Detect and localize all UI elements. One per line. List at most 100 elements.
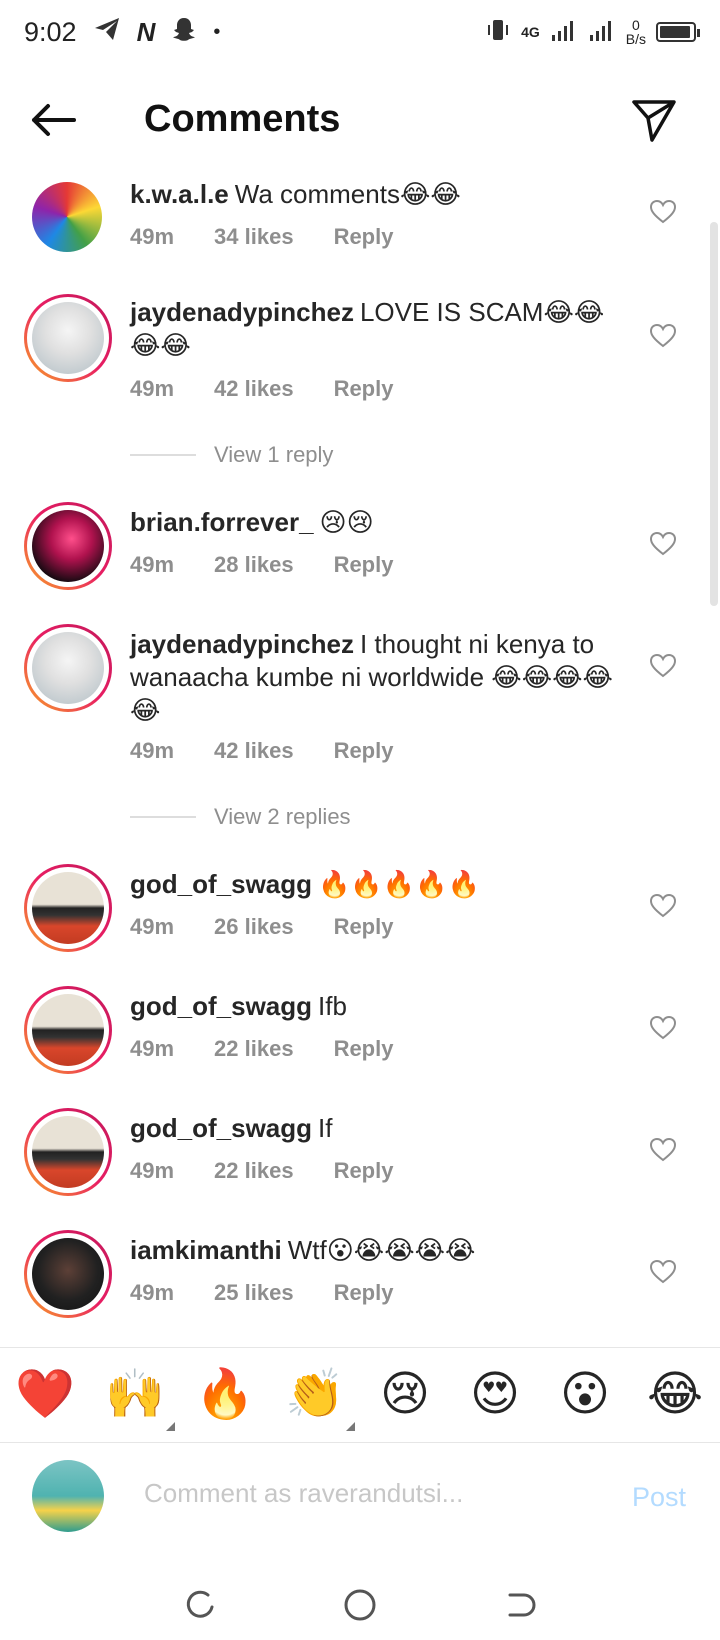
comment-username[interactable]: god_of_swagg bbox=[130, 991, 312, 1021]
comment-username[interactable]: iamkimanthi bbox=[130, 1235, 282, 1265]
like-heart-icon[interactable] bbox=[649, 1015, 678, 1044]
comment-meta: 49m 25 likes Reply bbox=[130, 1280, 393, 1306]
reaction-emoji: 😢 bbox=[379, 1368, 431, 1421]
home-button[interactable] bbox=[340, 1585, 380, 1625]
comment-meta: 49m 34 likes Reply bbox=[130, 224, 393, 250]
reaction-emoji: 😍 bbox=[469, 1368, 521, 1421]
like-heart-icon[interactable] bbox=[649, 893, 678, 922]
reply-button[interactable]: Reply bbox=[334, 224, 394, 250]
avatar[interactable] bbox=[32, 182, 102, 252]
avatar[interactable] bbox=[24, 986, 112, 1074]
comment-likes[interactable]: 42 likes bbox=[214, 376, 294, 402]
avatar[interactable] bbox=[24, 864, 112, 952]
comment-likes[interactable]: 42 likes bbox=[214, 738, 294, 764]
reaction-emoji: 😂 bbox=[646, 1368, 704, 1421]
view-replies-label: View 2 replies bbox=[214, 804, 351, 829]
comment-composer: Comment as raverandutsi... Post bbox=[0, 1444, 720, 1570]
post-button[interactable]: Post bbox=[632, 1482, 686, 1513]
avatar[interactable] bbox=[24, 294, 112, 382]
data-speed-value: 0 bbox=[631, 17, 640, 33]
comment-username[interactable]: god_of_swagg bbox=[130, 869, 312, 899]
reaction-surprised[interactable]: 😮 bbox=[555, 1365, 615, 1425]
signal-icon bbox=[550, 19, 578, 46]
comment-body: 😢😢 bbox=[319, 507, 374, 537]
quick-reactions-bar: ❤️ 🙌 🔥 👏 😢 😍 😮 😂 bbox=[0, 1347, 720, 1443]
comment-time: 49m bbox=[130, 738, 175, 763]
comment-username[interactable]: jaydenadypinchez bbox=[130, 629, 354, 659]
comment-text: god_of_swagg If bbox=[130, 1112, 630, 1145]
comment-likes[interactable]: 25 likes bbox=[214, 1280, 294, 1306]
reaction-clap[interactable]: 👏 bbox=[285, 1365, 355, 1431]
comment-body: Wa comments😂😂 bbox=[234, 179, 461, 209]
status-bar: 9:02 N • 4G 0 B/s bbox=[0, 0, 720, 64]
comment-body: 🔥🔥🔥🔥🔥 bbox=[318, 869, 480, 899]
status-time: 9:02 bbox=[24, 16, 77, 47]
comment-likes[interactable]: 22 likes bbox=[214, 1158, 294, 1184]
reaction-crying[interactable]: 😢 bbox=[375, 1365, 435, 1425]
reaction-laughing[interactable]: 😂 bbox=[645, 1365, 705, 1425]
reaction-raised-hands[interactable]: 🙌 bbox=[105, 1365, 175, 1431]
data-speed: 0 B/s bbox=[626, 18, 646, 46]
reply-button[interactable]: Reply bbox=[334, 738, 394, 764]
comment-username[interactable]: brian.forrever_ bbox=[130, 507, 314, 537]
comment-likes[interactable]: 26 likes bbox=[214, 914, 294, 940]
comment-time: 49m bbox=[130, 1280, 175, 1305]
telegram-icon bbox=[93, 16, 121, 49]
reaction-emoji: ❤️ bbox=[15, 1368, 75, 1421]
avatar[interactable] bbox=[24, 502, 112, 590]
reply-button[interactable]: Reply bbox=[334, 914, 394, 940]
comment-body: Ifb bbox=[318, 991, 347, 1021]
comment-text: k.w.a.l.e Wa comments😂😂 bbox=[130, 178, 630, 211]
comment-likes[interactable]: 22 likes bbox=[214, 1036, 294, 1062]
reaction-heart-eyes[interactable]: 😍 bbox=[465, 1365, 525, 1425]
like-heart-icon[interactable] bbox=[649, 1137, 678, 1166]
reply-button[interactable]: Reply bbox=[334, 1280, 394, 1306]
reaction-fire[interactable]: 🔥 bbox=[195, 1365, 255, 1425]
like-heart-icon[interactable] bbox=[649, 531, 678, 560]
back-nav-button[interactable] bbox=[500, 1585, 540, 1625]
comments-list[interactable]: k.w.a.l.e Wa comments😂😂 49m 34 likes Repl… bbox=[0, 168, 720, 1346]
avatar-image bbox=[32, 1238, 104, 1310]
scrollbar[interactable] bbox=[710, 222, 718, 606]
avatar-image bbox=[32, 994, 104, 1066]
reaction-heart[interactable]: ❤️ bbox=[15, 1365, 75, 1425]
system-navigation-bar bbox=[0, 1570, 720, 1640]
like-heart-icon[interactable] bbox=[649, 653, 678, 682]
status-left: 9:02 N • bbox=[24, 16, 220, 49]
avatar[interactable] bbox=[24, 624, 112, 712]
reply-button[interactable]: Reply bbox=[334, 1036, 394, 1062]
recents-button[interactable] bbox=[180, 1585, 220, 1625]
current-user-avatar bbox=[32, 1460, 104, 1532]
reply-button[interactable]: Reply bbox=[334, 552, 394, 578]
comment-username[interactable]: god_of_swagg bbox=[130, 1113, 312, 1143]
notification-dot-icon: • bbox=[213, 20, 221, 43]
reply-button[interactable]: Reply bbox=[334, 1158, 394, 1184]
comment-meta: 49m 26 likes Reply bbox=[130, 914, 393, 940]
reply-button[interactable]: Reply bbox=[334, 376, 394, 402]
reaction-emoji: 🔥 bbox=[195, 1368, 255, 1421]
avatar[interactable] bbox=[24, 1108, 112, 1196]
back-arrow-icon[interactable] bbox=[28, 100, 84, 144]
direct-message-icon[interactable] bbox=[628, 94, 684, 150]
comment-likes[interactable]: 34 likes bbox=[214, 224, 294, 250]
comment-username[interactable]: jaydenadypinchez bbox=[130, 297, 354, 327]
comment-text: iamkimanthi Wtf😮😭😭😭😭 bbox=[130, 1234, 630, 1267]
view-replies-button[interactable]: View 1 reply bbox=[130, 442, 333, 468]
comment-time: 49m bbox=[130, 552, 175, 577]
comment-body: Wtf😮😭😭😭😭 bbox=[287, 1235, 476, 1265]
like-heart-icon[interactable] bbox=[649, 1259, 678, 1288]
comment-input[interactable]: Comment as raverandutsi... bbox=[144, 1478, 463, 1509]
comment-username[interactable]: k.w.a.l.e bbox=[130, 179, 229, 209]
comment-meta: 49m 28 likes Reply bbox=[130, 552, 393, 578]
status-right: 4G 0 B/s bbox=[485, 17, 700, 48]
like-heart-icon[interactable] bbox=[649, 323, 678, 352]
comment-text: god_of_swagg Ifb bbox=[130, 990, 630, 1023]
avatar[interactable] bbox=[24, 1230, 112, 1318]
like-heart-icon[interactable] bbox=[649, 199, 678, 228]
comment-meta: 49m 42 likes Reply bbox=[130, 376, 393, 402]
comment-likes[interactable]: 28 likes bbox=[214, 552, 294, 578]
comment-time: 49m bbox=[130, 224, 175, 249]
view-replies-button[interactable]: View 2 replies bbox=[130, 804, 351, 830]
vibrate-icon bbox=[485, 17, 511, 48]
comment-text: jaydenadypinchez I thought ni kenya to wa… bbox=[130, 628, 630, 727]
